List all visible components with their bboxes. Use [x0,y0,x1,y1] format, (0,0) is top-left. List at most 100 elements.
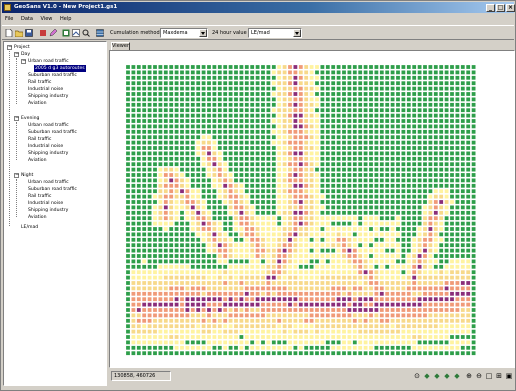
tree-item-selected[interactable]: 2005 d g3 autoroutes [34,65,86,72]
tree-item[interactable]: Rail traffic [28,136,51,143]
new-file-icon[interactable] [5,29,13,37]
grid-cell [223,275,228,280]
grid-cell [423,270,427,275]
chevron-down-icon[interactable] [199,29,207,37]
tree-item[interactable]: Aviation [28,157,46,164]
grid-cell [185,340,190,345]
grid-cell [234,119,238,123]
grid-cell [277,75,282,80]
layer-icon[interactable] [39,29,47,37]
map-icon[interactable] [72,29,80,37]
collapse-icon[interactable]: − [14,116,19,121]
grid-cell [406,270,411,275]
tree-item[interactable]: Aviation [28,100,46,107]
grid-cell [163,340,168,345]
grid-cell [288,156,292,161]
minimize-icon[interactable]: _ [486,4,495,12]
tree-leaf[interactable]: LE/mad [21,224,38,231]
collapse-icon[interactable]: − [14,173,19,178]
grid-cell [309,102,314,107]
tree-item[interactable]: Suburban road traffic [28,186,77,193]
grid-cell [304,162,309,167]
grid-cell [217,254,222,258]
table-icon[interactable] [96,29,104,37]
tree-item[interactable]: Urban road traffic [28,179,69,186]
grid-cell [131,275,136,280]
maximize-icon[interactable]: □ [496,4,505,12]
menu-help[interactable]: Help [57,14,74,24]
grid-cell [250,140,255,145]
map-viewer[interactable] [109,50,515,368]
grid-cell [352,167,357,172]
hour-value-select[interactable]: LE/mad [248,28,302,38]
tree-item[interactable]: Industrial noise [28,200,63,207]
grid-cell [396,167,400,172]
grid-cell [271,162,276,167]
grid-cell [325,178,330,183]
grid-cell [271,313,276,318]
close-icon[interactable]: × [506,4,515,12]
grid-icon[interactable] [62,29,70,37]
tree-item[interactable]: Shipping industry [28,207,68,214]
grid-cell [342,243,346,248]
grid-cell [433,302,438,307]
nav-left-icon[interactable]: ◆ [423,372,431,380]
grid-cell [163,156,168,161]
collapse-icon[interactable]: − [14,52,19,57]
tree-item[interactable]: Urban road traffic [28,58,69,65]
grid-cell [250,243,255,248]
tree-group-day[interactable]: Day [21,51,30,58]
tree-item[interactable]: Suburban road traffic [28,129,77,136]
grid-cell [417,259,422,264]
grid-cell [320,264,325,269]
grid-cell [201,297,206,302]
calc-method-select[interactable]: Maxdema [160,28,208,38]
grid-cell [228,70,233,75]
menu-file[interactable]: File [2,14,16,24]
grid-cell [450,97,454,102]
zoom-extent-icon[interactable]: ⊞ [495,372,503,380]
search-icon[interactable] [82,29,90,37]
chevron-down-icon[interactable] [293,29,301,37]
zoom-box-icon[interactable]: □ [485,372,493,380]
grid-cell [390,297,395,302]
grid-cell [277,135,282,140]
grid-cell [239,97,244,102]
menu-view[interactable]: View [38,14,56,24]
edit-icon[interactable] [49,29,57,37]
menu-data[interactable]: Data [18,14,36,24]
grid-cell [396,308,400,312]
grid-cell [406,345,411,350]
collapse-icon[interactable]: − [21,59,26,64]
zoom-in-icon[interactable]: ⊕ [465,372,473,380]
open-folder-icon[interactable] [15,29,23,37]
tree-item[interactable]: Shipping industry [28,150,68,157]
zoom-out-icon[interactable]: ⊖ [475,372,483,380]
tree-root[interactable]: Project [14,44,30,51]
save-icon[interactable] [25,29,33,37]
pan-icon[interactable]: ⊙ [413,372,421,380]
tree-item[interactable]: Shipping industry [28,93,68,100]
tree-group-evening[interactable]: Evening [21,115,39,122]
grid-cell [250,318,255,323]
grid-cell [207,108,211,113]
fullscreen-icon[interactable]: ▣ [505,372,513,380]
noise-map[interactable] [110,51,515,368]
grid-cell [471,351,476,356]
grid-cell [439,254,444,258]
tree-item[interactable]: Industrial noise [28,86,63,93]
nav-right-icon[interactable]: ◆ [433,372,441,380]
tree-item[interactable]: Aviation [28,214,46,221]
tree-item[interactable]: Rail traffic [28,79,51,86]
tree-item[interactable]: Industrial noise [28,143,63,150]
grid-cell [331,254,336,258]
tree-item[interactable]: Rail traffic [28,193,51,200]
tree-group-night[interactable]: Night [21,172,33,179]
tree-item[interactable]: Urban road traffic [28,122,69,129]
nav-up-icon[interactable]: ◆ [443,372,451,380]
nav-down-icon[interactable]: ◆ [453,372,461,380]
collapse-icon[interactable]: − [7,45,12,50]
grid-cell [450,156,454,161]
grid-cell [293,324,298,329]
tree-item[interactable]: Suburban road traffic [28,72,77,79]
